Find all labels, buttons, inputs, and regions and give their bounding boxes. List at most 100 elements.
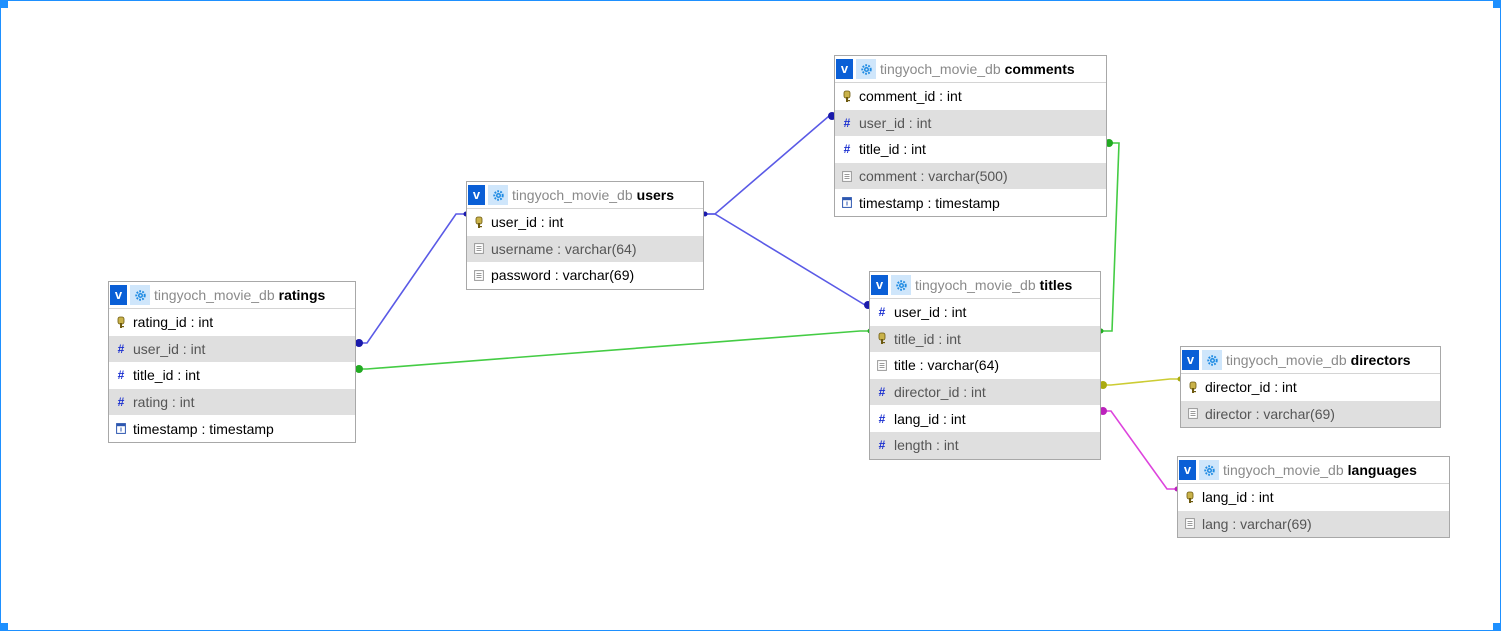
field-label: user_id : int: [894, 304, 967, 321]
hash-icon: #: [878, 411, 886, 426]
relation-line[interactable]: [1101, 410, 1177, 490]
table-field-row[interactable]: director_id : int: [1181, 374, 1440, 401]
field-label: timestamp : timestamp: [859, 194, 1000, 211]
table-card-users[interactable]: v tingyoch_movie_db users user_id : int user…: [466, 181, 704, 290]
table-field-row[interactable]: # director_id : int: [870, 378, 1100, 406]
table-field-row[interactable]: title_id : int: [870, 325, 1100, 353]
table-card-titles[interactable]: v tingyoch_movie_db titles # user_id : int ti…: [869, 271, 1101, 460]
table-field-row[interactable]: # user_id : int: [835, 109, 1106, 137]
table-field-row[interactable]: comment_id : int: [835, 83, 1106, 110]
field-label: title : varchar(64): [894, 357, 1000, 374]
database-name: tingyoch_movie_db: [880, 61, 1001, 77]
clock-icon: [114, 423, 128, 435]
field-label: username : varchar(64): [491, 240, 637, 257]
key-icon: [840, 90, 854, 103]
field-label: director_id : int: [1205, 379, 1297, 396]
table-field-row[interactable]: comment : varchar(500): [835, 162, 1106, 190]
gear-icon[interactable]: [488, 185, 508, 205]
database-name: tingyoch_movie_db: [1223, 462, 1344, 478]
field-label: comment_id : int: [859, 88, 962, 105]
table-field-row[interactable]: director : varchar(69): [1181, 400, 1440, 428]
table-field-row[interactable]: rating_id : int: [109, 309, 355, 336]
gear-icon[interactable]: [856, 59, 876, 79]
table-field-row[interactable]: timestamp : timestamp: [835, 189, 1106, 216]
field-label: user_id : int: [859, 114, 932, 131]
table-field-row[interactable]: timestamp : timestamp: [109, 415, 355, 442]
field-label: password : varchar(69): [491, 267, 635, 284]
hash-icon: #: [843, 115, 851, 130]
table-field-row[interactable]: user_id : int: [467, 209, 703, 236]
gear-icon[interactable]: [891, 275, 911, 295]
field-label: comment : varchar(500): [859, 168, 1008, 185]
database-name: tingyoch_movie_db: [915, 277, 1036, 293]
relation-endpoint: [355, 365, 363, 373]
text-field-icon: [1183, 518, 1197, 530]
key-icon: [472, 216, 486, 229]
table-field-row[interactable]: lang : varchar(69): [1178, 510, 1449, 538]
field-label: lang : varchar(69): [1202, 515, 1312, 532]
toggle-columns-button[interactable]: v: [871, 275, 888, 295]
field-label: lang_id : int: [894, 410, 966, 427]
table-field-row[interactable]: password : varchar(69): [467, 262, 703, 289]
table-field-row[interactable]: # user_id : int: [870, 299, 1100, 326]
table-name: comments: [1004, 61, 1075, 77]
gear-icon[interactable]: [1199, 460, 1219, 480]
field-label: user_id : int: [133, 340, 206, 357]
toggle-columns-button[interactable]: v: [1179, 460, 1196, 480]
hash-icon: #: [117, 368, 125, 383]
table-card-comments[interactable]: v tingyoch_movie_db comments comment_id : i…: [834, 55, 1107, 217]
table-name: users: [636, 187, 674, 203]
field-label: title_id : int: [894, 330, 961, 347]
hash-icon: #: [843, 142, 851, 157]
table-header[interactable]: v tingyoch_movie_db directors: [1181, 347, 1440, 374]
database-name: tingyoch_movie_db: [1226, 352, 1347, 368]
table-header[interactable]: v tingyoch_movie_db ratings: [109, 282, 355, 309]
toggle-columns-button[interactable]: v: [468, 185, 485, 205]
key-icon: [114, 316, 128, 329]
table-name: titles: [1039, 277, 1073, 293]
table-field-row[interactable]: lang_id : int: [1178, 484, 1449, 511]
hash-icon: #: [117, 341, 125, 356]
table-field-row[interactable]: # length : int: [870, 431, 1100, 459]
table-card-directors[interactable]: v tingyoch_movie_db directors director_id :…: [1180, 346, 1441, 429]
key-icon: [875, 332, 889, 345]
table-field-row[interactable]: title : varchar(64): [870, 352, 1100, 379]
table-card-languages[interactable]: v tingyoch_movie_db languages lang_id : int…: [1177, 456, 1450, 539]
text-field-icon: [875, 360, 889, 371]
table-header[interactable]: v tingyoch_movie_db users: [467, 182, 703, 209]
toggle-columns-button[interactable]: v: [1182, 350, 1199, 370]
field-label: director_id : int: [894, 384, 986, 401]
table-field-row[interactable]: # title_id : int: [109, 362, 355, 389]
text-field-icon: [472, 243, 486, 255]
toggle-columns-button[interactable]: v: [110, 285, 127, 305]
relation-line[interactable]: [357, 213, 466, 344]
table-field-row[interactable]: # rating : int: [109, 388, 355, 416]
table-header[interactable]: v tingyoch_movie_db languages: [1178, 457, 1449, 484]
relation-line[interactable]: [357, 330, 870, 370]
table-header[interactable]: v tingyoch_movie_db titles: [870, 272, 1100, 299]
relation-endpoint: [355, 339, 363, 347]
relation-line[interactable]: [705, 115, 834, 215]
table-field-row[interactable]: username : varchar(64): [467, 235, 703, 263]
field-label: rating_id : int: [133, 314, 214, 331]
toggle-columns-button[interactable]: v: [836, 59, 853, 79]
text-field-icon: [840, 170, 854, 182]
gear-icon[interactable]: [1202, 350, 1222, 370]
table-card-ratings[interactable]: v tingyoch_movie_db ratings rating_id : int…: [108, 281, 356, 443]
gear-icon[interactable]: [130, 285, 150, 305]
field-label: rating : int: [133, 394, 195, 411]
table-name: ratings: [278, 287, 326, 303]
field-label: timestamp : timestamp: [133, 420, 274, 437]
table-header[interactable]: v tingyoch_movie_db comments: [835, 56, 1106, 83]
key-icon: [1186, 381, 1200, 394]
field-label: lang_id : int: [1202, 489, 1274, 506]
key-icon: [1183, 491, 1197, 504]
field-label: title_id : int: [859, 141, 926, 158]
clock-icon: [840, 197, 854, 209]
relation-line[interactable]: [705, 213, 870, 306]
table-field-row[interactable]: # user_id : int: [109, 335, 355, 363]
table-field-row[interactable]: # lang_id : int: [870, 405, 1100, 432]
relation-line[interactable]: [1101, 378, 1180, 386]
hash-icon: #: [117, 395, 125, 410]
table-field-row[interactable]: # title_id : int: [835, 136, 1106, 163]
